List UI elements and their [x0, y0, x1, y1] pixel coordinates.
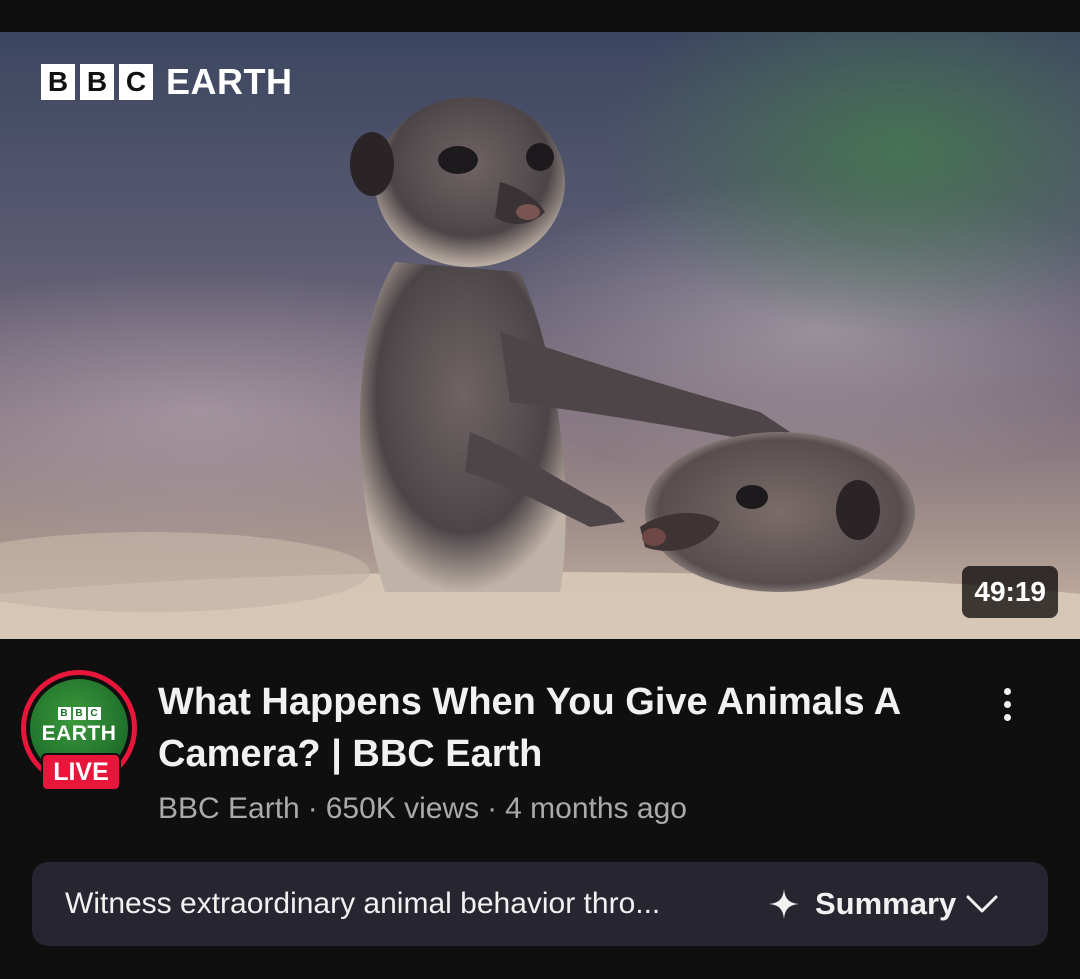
- summary-button[interactable]: Summary: [815, 884, 956, 924]
- meerkat-photo: [0, 97, 1080, 639]
- sparkle-icon: [769, 889, 799, 919]
- bbc-earth-logo: B B C EARTH: [41, 61, 293, 102]
- avatar-bbc-logo: B B C: [30, 707, 128, 720]
- live-badge: LIVE: [41, 753, 121, 791]
- brand-letter: C: [119, 64, 153, 100]
- brand-letter: B: [80, 64, 114, 100]
- duration-badge: 49:19: [962, 566, 1058, 618]
- view-count: 650K views: [325, 792, 480, 825]
- upload-age: 4 months ago: [505, 792, 687, 825]
- avatar-word: EARTH: [41, 722, 117, 745]
- avatar-letter: C: [87, 707, 101, 720]
- meta-separator: ·: [487, 792, 498, 825]
- video-metadata: BBC Earth · 650K views · 4 months ago: [158, 789, 687, 829]
- avatar-letter: B: [72, 707, 86, 720]
- meta-separator: ·: [307, 792, 318, 825]
- video-thumbnail[interactable]: B B C EARTH 49:19: [0, 32, 1080, 639]
- more-vert-icon-dot: [1003, 700, 1011, 708]
- video-title[interactable]: What Happens When You Give Animals A Cam…: [158, 676, 948, 780]
- more-vert-icon-dot: [1003, 713, 1011, 721]
- avatar-letter: B: [57, 707, 71, 720]
- more-vert-icon: [1003, 687, 1011, 695]
- brand-word: EARTH: [166, 61, 293, 102]
- summary-text: Witness extraordinary animal behavior th…: [65, 887, 661, 920]
- channel-name[interactable]: BBC Earth: [158, 792, 300, 825]
- summary-bar[interactable]: Witness extraordinary animal behavior th…: [32, 862, 1048, 946]
- brand-letter: B: [41, 64, 75, 100]
- status-strip: [0, 0, 1080, 32]
- more-options-button[interactable]: [985, 680, 1029, 728]
- chevron-down-icon[interactable]: [965, 890, 999, 918]
